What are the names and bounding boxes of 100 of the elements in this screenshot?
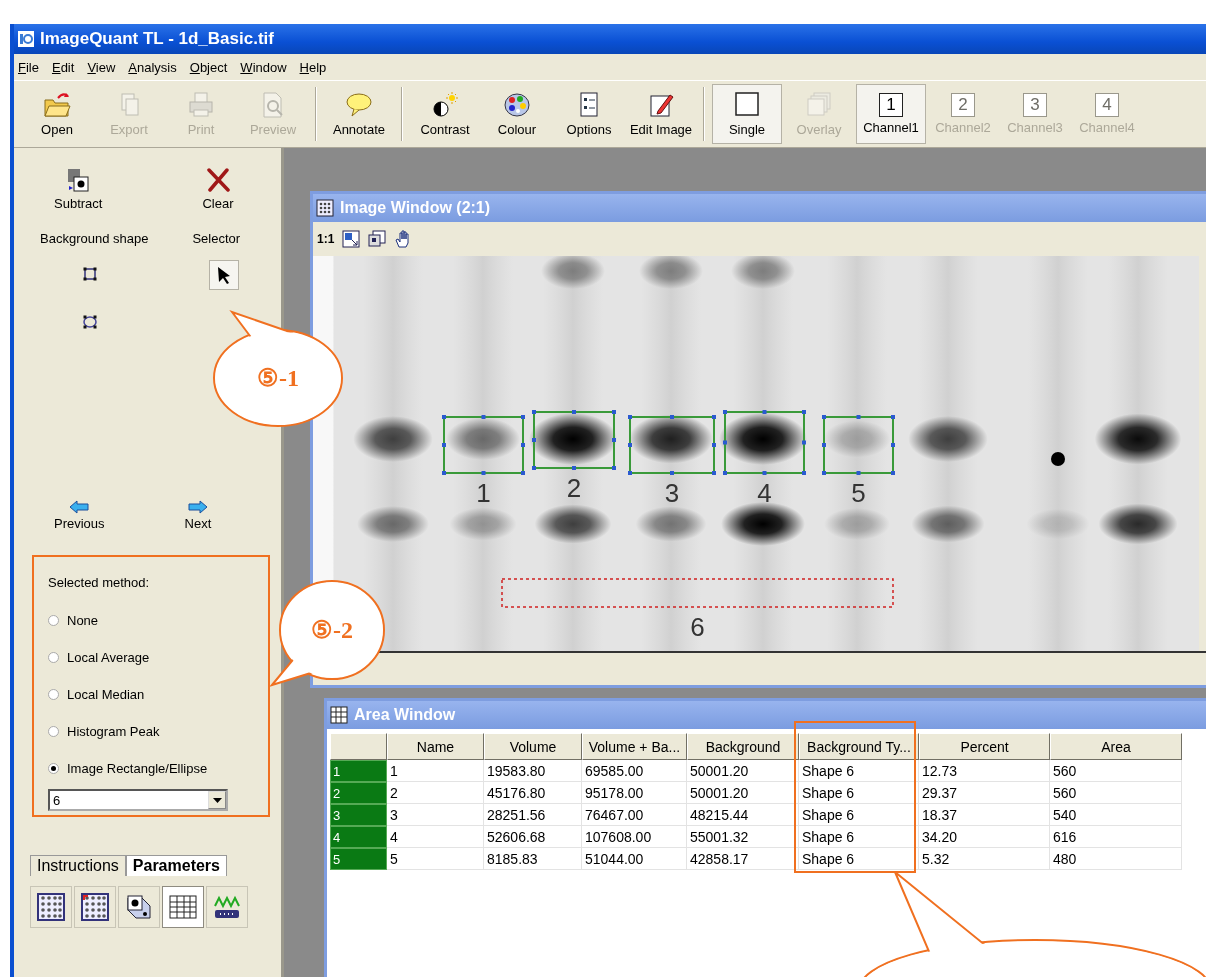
region-label: 5 xyxy=(850,479,867,507)
row-header[interactable]: 2 xyxy=(330,782,387,804)
next-button[interactable]: Next xyxy=(184,500,212,531)
area-region-box[interactable] xyxy=(531,409,617,471)
toolbar-button[interactable]: Contrast xyxy=(410,84,480,144)
selector-button[interactable] xyxy=(209,260,239,290)
previous-button[interactable]: Previous xyxy=(54,500,105,531)
menu-item[interactable]: Edit xyxy=(51,59,75,75)
column-header[interactable]: Volume xyxy=(484,733,582,760)
method-radio-option[interactable]: Local Median xyxy=(48,676,268,713)
rectangle-shape-button[interactable] xyxy=(82,266,98,282)
zoom-one-to-one-button[interactable]: 1:1 xyxy=(317,232,335,246)
callout-label: ⑤-1 xyxy=(256,364,300,393)
column-header[interactable]: Background xyxy=(687,733,799,760)
row-header[interactable]: 4 xyxy=(330,826,387,848)
column-header[interactable]: Name xyxy=(387,733,484,760)
background-region-box[interactable] xyxy=(499,576,896,610)
area-region-box[interactable] xyxy=(627,414,717,476)
row-header[interactable]: 3 xyxy=(330,804,387,826)
view-button[interactable] xyxy=(30,886,72,928)
callout-label: ⑤-2 xyxy=(310,616,354,645)
panel-tool-button[interactable]: Subtract xyxy=(54,168,103,211)
menu-item[interactable]: Object xyxy=(189,59,228,75)
table-cell: 50001.20 xyxy=(687,760,799,782)
selector-label: Selector xyxy=(192,231,241,246)
table-cell: 12.73 xyxy=(919,760,1050,782)
dotted-grid-icon xyxy=(36,892,66,922)
table-cell: 4 xyxy=(387,826,484,848)
region-label: 6 xyxy=(689,613,706,641)
region-label: 4 xyxy=(756,479,773,507)
method-radio-option[interactable]: Histogram Peak xyxy=(48,713,268,750)
method-radio-option[interactable]: Local Average xyxy=(48,639,268,676)
row-header[interactable]: 5 xyxy=(330,848,387,870)
table-cell: 560 xyxy=(1050,760,1182,782)
channel-badge: 4 xyxy=(1095,93,1119,117)
palette-icon xyxy=(502,91,532,119)
method-radio-option[interactable]: Image Rectangle/Ellipse xyxy=(48,750,268,787)
panel-tab[interactable]: Parameters xyxy=(125,855,227,876)
right-arrow-icon xyxy=(187,500,208,514)
fit-view-icon[interactable] xyxy=(342,230,361,248)
toolbar-button[interactable]: Open xyxy=(22,84,92,144)
menu-item[interactable]: Analysis xyxy=(128,59,177,75)
panel-tool-button[interactable]: Clear xyxy=(202,168,234,211)
area-window-title: Area Window xyxy=(354,706,456,724)
table-cell: 76467.00 xyxy=(582,804,687,826)
table-cell: 95178.00 xyxy=(582,782,687,804)
subtract-icon xyxy=(67,168,90,192)
toolbar-button[interactable]: Colour xyxy=(482,84,552,144)
toolbar-button[interactable]: Edit Image xyxy=(626,84,696,144)
column-header[interactable]: Area xyxy=(1050,733,1182,760)
area-region-box[interactable] xyxy=(722,409,807,476)
zoom-area-icon[interactable] xyxy=(368,230,387,248)
ellipse-shape-button[interactable] xyxy=(82,314,98,330)
toolbar-button[interactable]: Options xyxy=(554,84,624,144)
table-cell: Shape 6 xyxy=(799,760,919,782)
view-button[interactable] xyxy=(118,886,160,928)
table-cell: Shape 6 xyxy=(799,804,919,826)
table-cell: 19583.80 xyxy=(484,760,582,782)
printer-icon xyxy=(186,91,216,119)
panel-tab[interactable]: Instructions xyxy=(30,855,126,876)
table-cell: 540 xyxy=(1050,804,1182,826)
channel-badge: 2 xyxy=(951,93,975,117)
method-radio-option[interactable]: None xyxy=(48,602,268,639)
stacked-squares-icon xyxy=(804,91,834,119)
view-button[interactable] xyxy=(74,886,116,928)
table-cell: Shape 6 xyxy=(799,782,919,804)
shape-dropdown[interactable]: 6 xyxy=(48,789,228,811)
menu-item[interactable]: File xyxy=(18,59,39,75)
table-cell: 480 xyxy=(1050,848,1182,870)
region-label: 2 xyxy=(565,474,583,502)
folder-icon xyxy=(42,91,72,119)
view-button[interactable] xyxy=(162,886,204,928)
table-cell: 3 xyxy=(387,804,484,826)
table-cell: 51044.00 xyxy=(582,848,687,870)
view-button[interactable] xyxy=(206,886,248,928)
left-arrow-icon xyxy=(69,500,90,514)
table-cell: 48215.44 xyxy=(687,804,799,826)
contrast-icon xyxy=(430,91,460,119)
region-label: 1 xyxy=(475,479,492,507)
column-header[interactable]: Percent xyxy=(919,733,1050,760)
menu-item[interactable]: View xyxy=(87,59,116,75)
table-icon xyxy=(168,892,198,922)
table-cell: 28251.56 xyxy=(484,804,582,826)
caret-icon xyxy=(212,797,222,803)
table-cell: 52606.68 xyxy=(484,826,582,848)
toolbar-button[interactable]: 1 Channel1 xyxy=(856,84,926,144)
column-header[interactable]: Volume + Ba... xyxy=(582,733,687,760)
channel-badge: 3 xyxy=(1023,93,1047,117)
row-header[interactable]: 1 xyxy=(330,760,387,782)
column-header[interactable]: Background Ty... xyxy=(799,733,919,760)
menu-item[interactable]: Help xyxy=(299,59,327,75)
table-cell: 8185.83 xyxy=(484,848,582,870)
window-title: ImageQuant TL - 1d_Basic.tif xyxy=(40,29,274,49)
toolbar-button[interactable]: Annotate xyxy=(324,84,394,144)
toolbar-button[interactable]: Single xyxy=(712,84,782,144)
menu-item[interactable]: Window xyxy=(240,59,287,75)
dropdown-arrow-button[interactable] xyxy=(208,791,226,809)
table-cell: 69585.00 xyxy=(582,760,687,782)
table-corner-header[interactable] xyxy=(330,733,387,760)
image-window-title: Image Window (2:1) xyxy=(340,199,491,217)
